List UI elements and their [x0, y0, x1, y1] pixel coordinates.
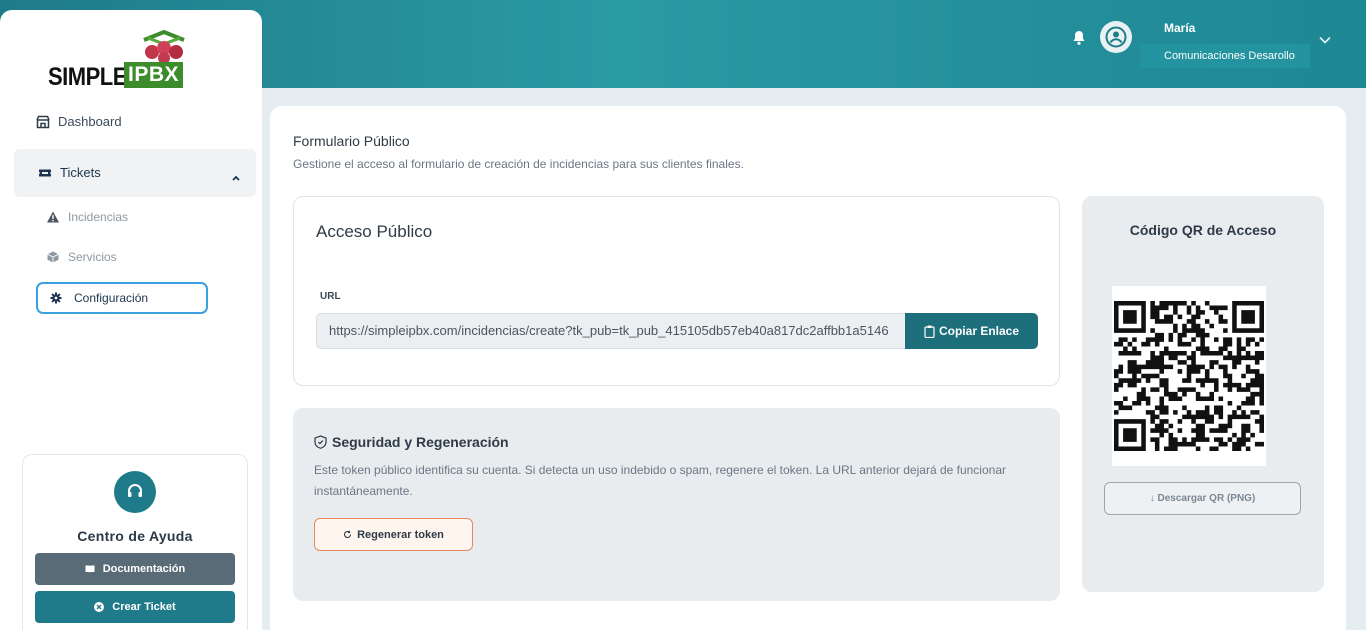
gear-icon [50, 292, 62, 304]
page-subtitle: Gestione el acceso al formulario de crea… [293, 157, 744, 171]
store-icon [36, 115, 50, 129]
documentation-button[interactable]: Documentación [35, 553, 235, 585]
help-center-card: Centro de Ayuda Documentación Crear Tick… [22, 454, 248, 630]
sidebar-item-label: Dashboard [58, 114, 122, 129]
shield-icon [314, 435, 327, 449]
sidebar-item-configuracion[interactable]: Configuración [36, 282, 208, 314]
create-ticket-button[interactable]: Crear Ticket [35, 591, 235, 623]
page-title: Formulario Público [293, 133, 410, 149]
qr-title: Código QR de Acceso [1129, 222, 1277, 238]
logo-text-simple: SIMPLE [48, 62, 127, 91]
security-description: Este token público identifica su cuenta.… [314, 463, 1006, 498]
warning-icon [46, 210, 60, 224]
sidebar-item-label: Configuración [74, 291, 149, 305]
sidebar-item-dashboard[interactable]: Dashboard [36, 114, 122, 129]
close-circle-icon [94, 602, 105, 612]
user-name[interactable]: María [1164, 21, 1195, 35]
bell-icon[interactable] [1072, 30, 1086, 46]
sidebar-item-label: Incidencias [68, 210, 129, 224]
avatar[interactable] [1100, 21, 1132, 53]
download-qr-button[interactable]: ↓ Descargar QR (PNG) [1104, 482, 1301, 515]
qr-frame [1112, 286, 1266, 466]
sidebar-item-servicios[interactable]: Servicios [46, 250, 117, 264]
sidebar-item-incidencias[interactable]: Incidencias [46, 210, 128, 224]
user-company: Comunicaciones Desarollo [1140, 44, 1310, 68]
sidebar-item-label: Servicios [68, 250, 117, 264]
ticket-icon [38, 166, 52, 180]
regenerate-token-button[interactable]: Regenerar token [314, 518, 473, 551]
url-label: URL [320, 291, 341, 302]
logo-berries-icon [143, 30, 185, 64]
public-access-card: Acceso Público URL https://simpleipbx.co… [293, 196, 1060, 386]
logo-text-ipbx: IPBX [124, 62, 184, 88]
sidebar-item-label: Tickets [60, 165, 101, 180]
copy-link-button[interactable]: Copiar Enlace [905, 313, 1038, 349]
chevron-down-icon[interactable] [1318, 32, 1332, 44]
refresh-icon [343, 530, 352, 539]
headset-icon [114, 471, 156, 513]
regenerate-token-label: Regenerar token [357, 528, 444, 541]
box-icon [46, 250, 60, 264]
card-title: Acceso Público [316, 222, 433, 241]
documentation-label: Documentación [102, 563, 186, 575]
public-url-field[interactable]: https://simpleipbx.com/incidencias/creat… [316, 313, 906, 349]
security-card: Seguridad y Regeneración Este token públ… [293, 408, 1060, 601]
main-content: Formulario Público Gestione el acceso al… [270, 106, 1346, 630]
chevron-up-icon[interactable] [231, 169, 241, 181]
security-title: Seguridad y Regeneración [314, 434, 509, 450]
book-icon [85, 564, 95, 574]
sidebar-item-tickets[interactable]: Tickets [38, 165, 101, 180]
security-title-text: Seguridad y Regeneración [332, 434, 509, 450]
copy-link-label: Copiar Enlace [938, 324, 1020, 338]
help-title: Centro de Ayuda [77, 528, 193, 544]
create-ticket-label: Crear Ticket [112, 601, 176, 613]
qr-card: Código QR de Acceso ↓ Descargar QR (PNG) [1082, 196, 1324, 592]
clipboard-icon [924, 325, 935, 338]
qr-code-image [1114, 301, 1264, 451]
logo[interactable]: SIMPLE IPBX [44, 30, 204, 94]
